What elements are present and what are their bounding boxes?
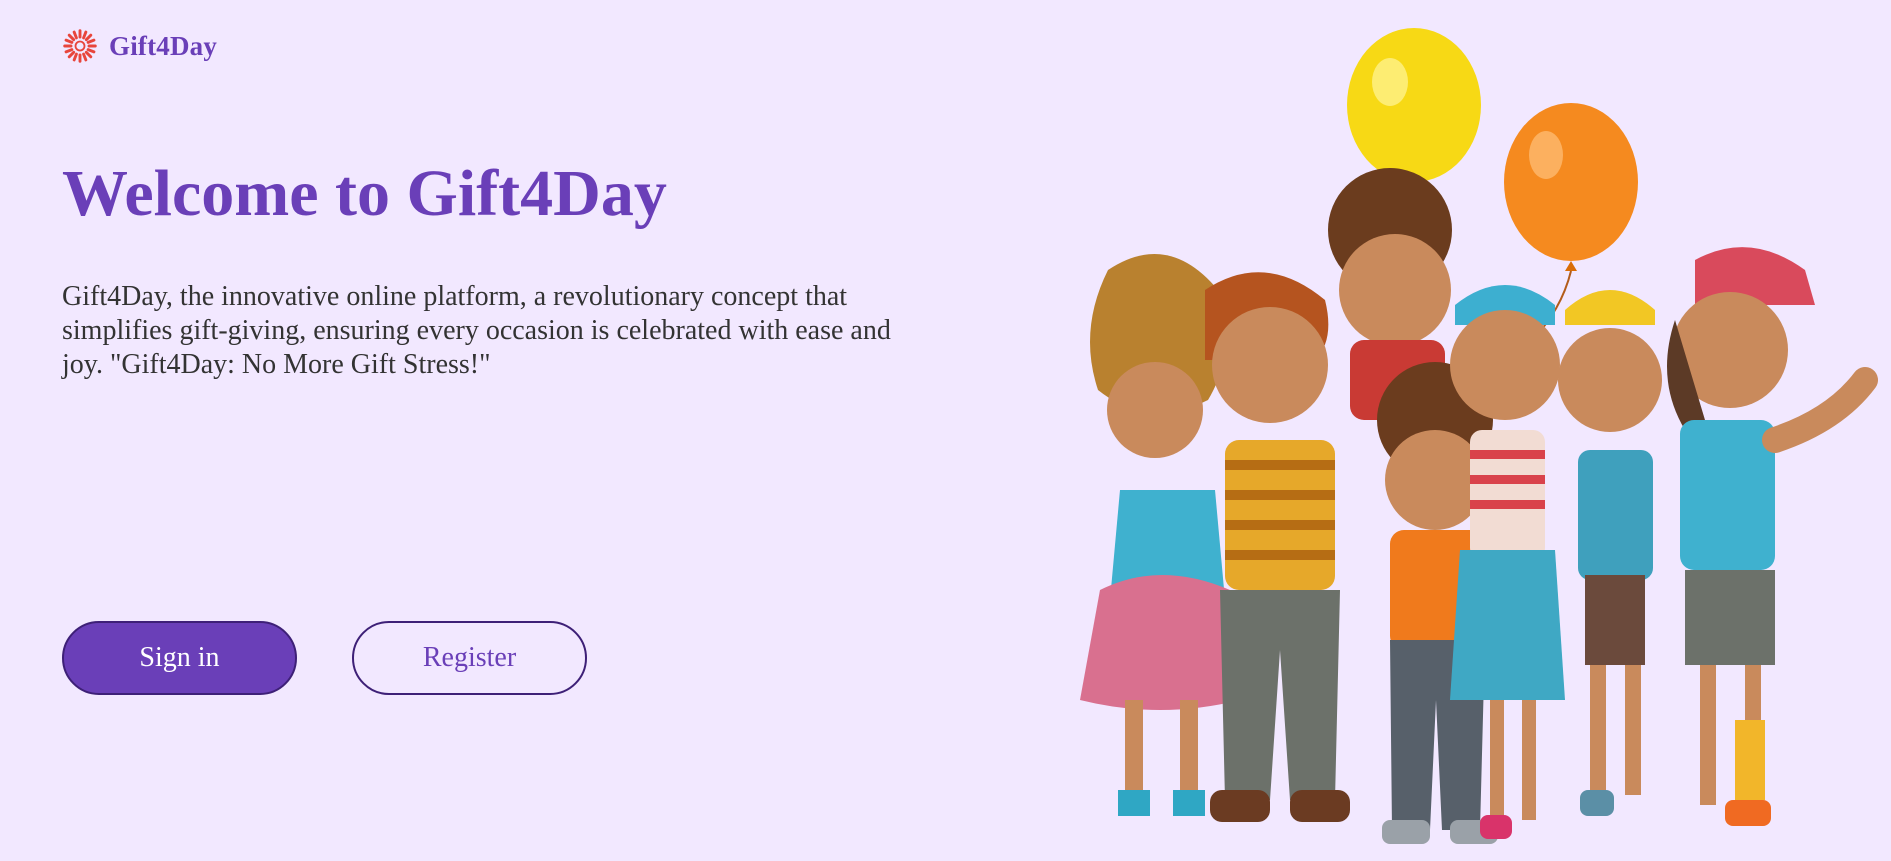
- hero-description: Gift4Day, the innovative online platform…: [62, 281, 891, 380]
- logo[interactable]: Gift4Day: [62, 28, 217, 64]
- register-button[interactable]: Register: [352, 621, 587, 695]
- kid-girl-red-cap: [1667, 247, 1878, 826]
- sign-in-button[interactable]: Sign in: [62, 621, 297, 695]
- page-title: Welcome to Gift4Day: [62, 157, 667, 230]
- landing-page: Gift4Day Welcome to Gift4Day Gift4Day, t…: [0, 0, 1891, 861]
- sunburst-logo-icon: [63, 29, 97, 63]
- yellow-balloon: [1347, 28, 1481, 192]
- brand-name: Gift4Day: [109, 30, 218, 61]
- kid-girl-yellow-hat: [1558, 290, 1662, 816]
- kids-balloons-illustration: [1080, 28, 1878, 844]
- kid-striped-boy: [1205, 272, 1350, 822]
